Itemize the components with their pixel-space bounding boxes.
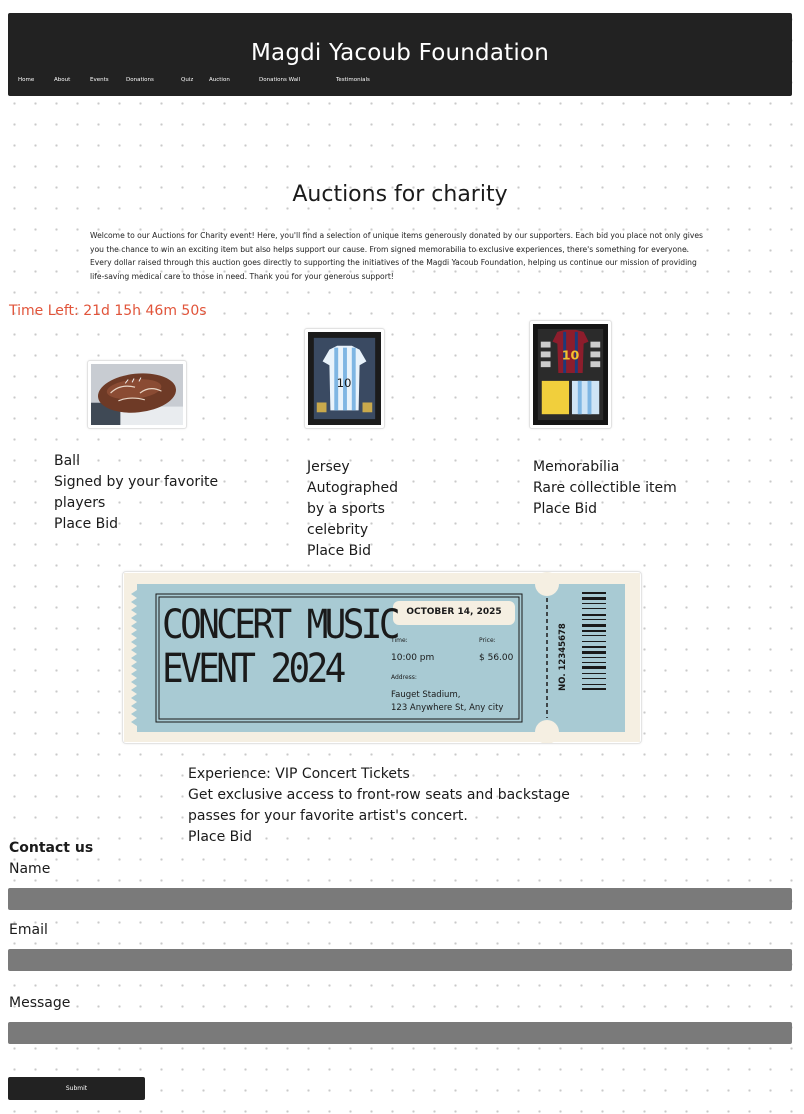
ticket-headline-line2: EVENT 2024 (162, 646, 346, 692)
framed-jersey-image: 10 (308, 332, 381, 425)
ticket-address-label: Address: (391, 674, 417, 681)
nav-donations[interactable]: Donations (126, 77, 154, 83)
submit-button[interactable]: Submit (8, 1077, 145, 1100)
nav-quiz[interactable]: Quiz (181, 77, 193, 83)
message-field[interactable] (8, 1022, 792, 1044)
item-name: Experience: VIP Concert Tickets (188, 766, 410, 782)
jersey-image[interactable]: 10 (304, 328, 385, 429)
contact-title: Contact us (9, 840, 94, 856)
ticket-number: NO. 12345678 (558, 623, 568, 691)
ticket-time-label: Time: (391, 637, 408, 644)
ticket-headline-line1: CONCERT MUSIC (162, 602, 401, 648)
item-description: Autographed (307, 480, 398, 496)
email-field[interactable] (8, 949, 792, 971)
ticket-price-label: Price: (479, 637, 496, 644)
nav-about[interactable]: About (54, 77, 70, 83)
nav-donations-wall[interactable]: Donations Wall (259, 77, 300, 83)
item-ball: Ball Signed by your favorite players Pla… (54, 451, 218, 535)
memorabilia-image[interactable]: 10 (529, 320, 612, 429)
nav-auction[interactable]: Auction (209, 77, 230, 83)
signed-football-image (91, 364, 183, 425)
message-label: Message (9, 995, 71, 1011)
item-name: Jersey (307, 459, 350, 475)
site-header: Magdi Yacoub Foundation Home About Event… (8, 13, 792, 96)
nav-events[interactable]: Events (90, 77, 109, 83)
place-bid-ball[interactable]: Place Bid (54, 514, 218, 535)
place-bid-memorabilia[interactable]: Place Bid (533, 499, 677, 520)
ticket-address: Fauget Stadium, 123 Anywhere St, Any cit… (391, 689, 503, 715)
item-description: Get exclusive access to front-row seats … (188, 787, 570, 803)
item-description: players (54, 495, 106, 511)
ticket-address-line2: 123 Anywhere St, Any city (391, 703, 504, 713)
item-name: Ball (54, 453, 80, 469)
intro-paragraph: Welcome to our Auctions for Charity even… (90, 231, 704, 281)
item-memorabilia: Memorabilia Rare collectible item Place … (533, 457, 677, 520)
place-bid-experience[interactable]: Place Bid (188, 827, 570, 848)
countdown-timer: Time Left: 21d 15h 46m 50s (9, 303, 207, 319)
page-title: Auctions for charity (292, 182, 508, 207)
site-title: Magdi Yacoub Foundation (250, 40, 549, 66)
item-description: by a sports (307, 501, 385, 517)
nav-testimonials[interactable]: Testimonials (336, 77, 370, 83)
ticket-address-line1: Fauget Stadium, (391, 690, 461, 700)
place-bid-jersey[interactable]: Place Bid (307, 541, 398, 562)
email-label: Email (9, 922, 48, 938)
ticket-price: $ 56.00 (479, 653, 514, 663)
nav-home[interactable]: Home (18, 77, 34, 83)
item-description: Signed by your favorite (54, 474, 219, 490)
ticket-time: 10:00 pm (391, 653, 435, 663)
svg-text:10: 10 (562, 347, 580, 362)
svg-text:10: 10 (337, 376, 352, 390)
name-field[interactable] (8, 888, 792, 910)
concert-ticket-image[interactable]: CONCERT MUSIC EVENT 2024 OCTOBER 14, 202… (122, 571, 642, 744)
ticket-date: OCTOBER 14, 2025 (406, 607, 502, 617)
item-name: Memorabilia (533, 459, 620, 475)
item-description: celebrity (307, 522, 369, 538)
ball-image[interactable] (87, 360, 187, 429)
item-experience: Experience: VIP Concert Tickets Get excl… (188, 764, 570, 848)
ticket-headline: CONCERT MUSIC EVENT 2024 (162, 602, 401, 692)
item-jersey: Jersey Autographed by a sports celebrity… (307, 457, 398, 562)
framed-memorabilia-image: 10 (533, 324, 608, 425)
item-description: passes for your favorite artist's concer… (188, 808, 468, 824)
item-description: Rare collectible item (533, 480, 677, 496)
name-label: Name (9, 861, 51, 877)
